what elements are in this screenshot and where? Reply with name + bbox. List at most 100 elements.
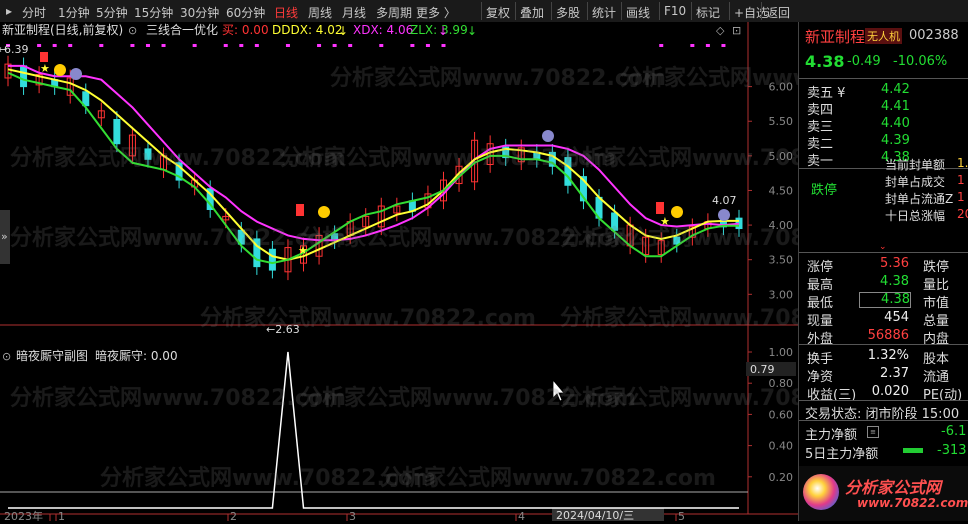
toolbar-button-3[interactable]: 统计 [592, 4, 616, 21]
main-net5-row: 5日主力净额 -313 [799, 443, 968, 462]
period-tab-3[interactable]: 15分钟 [134, 4, 173, 21]
stock-tag[interactable]: 无人机 [865, 28, 902, 44]
ask-price: 4.39 [881, 133, 910, 148]
period-tab-4[interactable]: 30分钟 [180, 4, 219, 21]
cursor-date-label: 2024/04/10/三 [556, 509, 634, 521]
stat-label: 最低 [807, 296, 834, 311]
collapse-chevron-icon[interactable]: ⌄ [879, 242, 887, 252]
last-price: 4.38 [805, 52, 845, 71]
low-price-marker: ←2.63 [266, 323, 300, 336]
stat-label-right: 市值 [923, 296, 950, 311]
period-tab-10[interactable]: 更多 〉 [416, 4, 456, 21]
signal-dot [348, 44, 353, 47]
chart-header-title: 新亚制程(日线,前复权) [2, 22, 123, 37]
y-tick-label: 6.00 [769, 81, 794, 94]
period-tab-9[interactable]: 多周期 [376, 4, 412, 21]
signal-dot [410, 44, 415, 47]
period-tab-2[interactable]: 5分钟 [96, 4, 128, 21]
logo-url: www.70822.com [857, 496, 968, 510]
stat-row: 收益(三) 0.020 PE(动) [799, 384, 968, 403]
menu-arrow-icon[interactable]: ▸ [6, 4, 12, 18]
smile-face-icon [54, 64, 66, 76]
star-icon: ★ [660, 215, 670, 228]
sub-y-tick-label: 0.20 [769, 471, 794, 484]
sub-y-tick-label: 0.60 [769, 408, 794, 421]
ask-row[interactable]: 卖四 4.41 [799, 99, 968, 118]
chart-area[interactable]: 6.00 5.50 5.00 4.50 4.00 3.50 3.00 1.00 0.80 0.60… [0, 22, 798, 523]
stat-row: 最低 4.38 市值 [799, 292, 968, 311]
main-net5-value: -313 [937, 443, 967, 458]
candle-body [268, 248, 276, 271]
signal-dot [721, 44, 726, 47]
signal-dot [254, 44, 259, 47]
period-tab-5[interactable]: 60分钟 [226, 4, 265, 21]
stat-label-right: 量比 [923, 278, 950, 293]
sub-settings-icon: ⊙ [2, 350, 11, 363]
seal-label: 当前封单额 [885, 158, 946, 172]
toolbar-button-7[interactable]: +自选 [734, 4, 768, 21]
toolbar-button-2[interactable]: 多股 [556, 4, 580, 21]
toolbar-button-5[interactable]: F10 [664, 4, 686, 18]
period-tab-7[interactable]: 周线 [308, 4, 332, 21]
period-tab-6[interactable]: 日线 [274, 4, 298, 21]
indicator-name: 三线合一优化 [146, 22, 218, 37]
y-tick-label: 5.00 [769, 150, 794, 163]
sad-face-icon [718, 209, 730, 221]
toolbar-button-6[interactable]: 标记 [696, 4, 720, 21]
signal-dot [690, 44, 695, 47]
x-tick-label: 2 [230, 510, 237, 521]
trade-state-row: 交易状态: 闭市阶段 15:00 [799, 403, 968, 422]
xdx-arrow-icon: ↓ [438, 24, 448, 38]
toolbar-separator [659, 2, 660, 20]
ask-row[interactable]: 卖五 ¥4.42 [799, 82, 968, 101]
detail-icon[interactable]: ≡ [867, 426, 879, 438]
signal-block [296, 204, 304, 216]
x-tick-label: 1 [58, 510, 65, 521]
kline-chart-svg[interactable]: 6.00 5.50 5.00 4.50 4.00 3.50 3.00 1.00 0.80 0.60… [0, 22, 798, 523]
toolbar-button-1[interactable]: 叠加 [520, 4, 544, 21]
toolbar-button-8[interactable]: 返回 [766, 4, 790, 21]
period-tab-1[interactable]: 1分钟 [58, 4, 90, 21]
stat-row: 现量 454 总量 [799, 310, 968, 329]
stat-label: 涨停 [807, 260, 834, 275]
main-net5-bar [903, 448, 923, 453]
ask-price: 4.40 [881, 116, 910, 131]
seal-label: 封单占成交 [885, 175, 946, 189]
zlx-arrow-icon: ↓ [467, 24, 477, 38]
candle-body [144, 148, 152, 160]
settings-icon: ⊙ [128, 24, 137, 37]
signal-dot [425, 44, 430, 47]
stat-value: 56886 [867, 328, 909, 343]
divider [799, 400, 968, 401]
y-tick-label: 4.00 [769, 219, 794, 232]
stat-row: 涨停 5.36 跌停 [799, 256, 968, 275]
signal-dot [379, 44, 384, 47]
seal-row: 封单占成交 1 [799, 173, 968, 190]
toolbar-button-4[interactable]: 画线 [626, 4, 650, 21]
main-net-value: -6.1 [941, 424, 967, 439]
candle-body [673, 236, 681, 245]
sub-title: 暗夜厮守副图 [16, 348, 88, 363]
stat-value: 4.38 [880, 274, 909, 289]
ask-row[interactable]: 卖二 4.39 [799, 133, 968, 152]
ask-price: 4.41 [881, 99, 910, 114]
stat-label: 净资 [807, 370, 834, 385]
seal-value: 1 [957, 173, 965, 187]
x-tick-label: 3 [349, 510, 356, 521]
ask-row[interactable]: 卖三 4.40 [799, 116, 968, 135]
last-price-marker: 4.07 [712, 194, 737, 207]
period-tab-8[interactable]: 月线 [342, 4, 366, 21]
candle-body [611, 212, 619, 231]
x-tick-label: 2023年 [4, 509, 43, 521]
signal-dot [705, 44, 710, 47]
logo-flower-icon [803, 474, 839, 510]
period-tab-0[interactable]: 分时 [22, 4, 46, 21]
signal-dot [161, 44, 166, 47]
expand-icon: » [1, 230, 8, 243]
xdx-value: XDX: 4.06 [353, 23, 413, 37]
stat-label: 换手 [807, 352, 834, 367]
stat-row: 最高 4.38 量比 [799, 274, 968, 293]
sub-y-tick-label: 0.40 [769, 440, 794, 453]
seal-label: 十日总涨幅 [885, 209, 946, 223]
toolbar-button-0[interactable]: 复权 [486, 4, 510, 21]
